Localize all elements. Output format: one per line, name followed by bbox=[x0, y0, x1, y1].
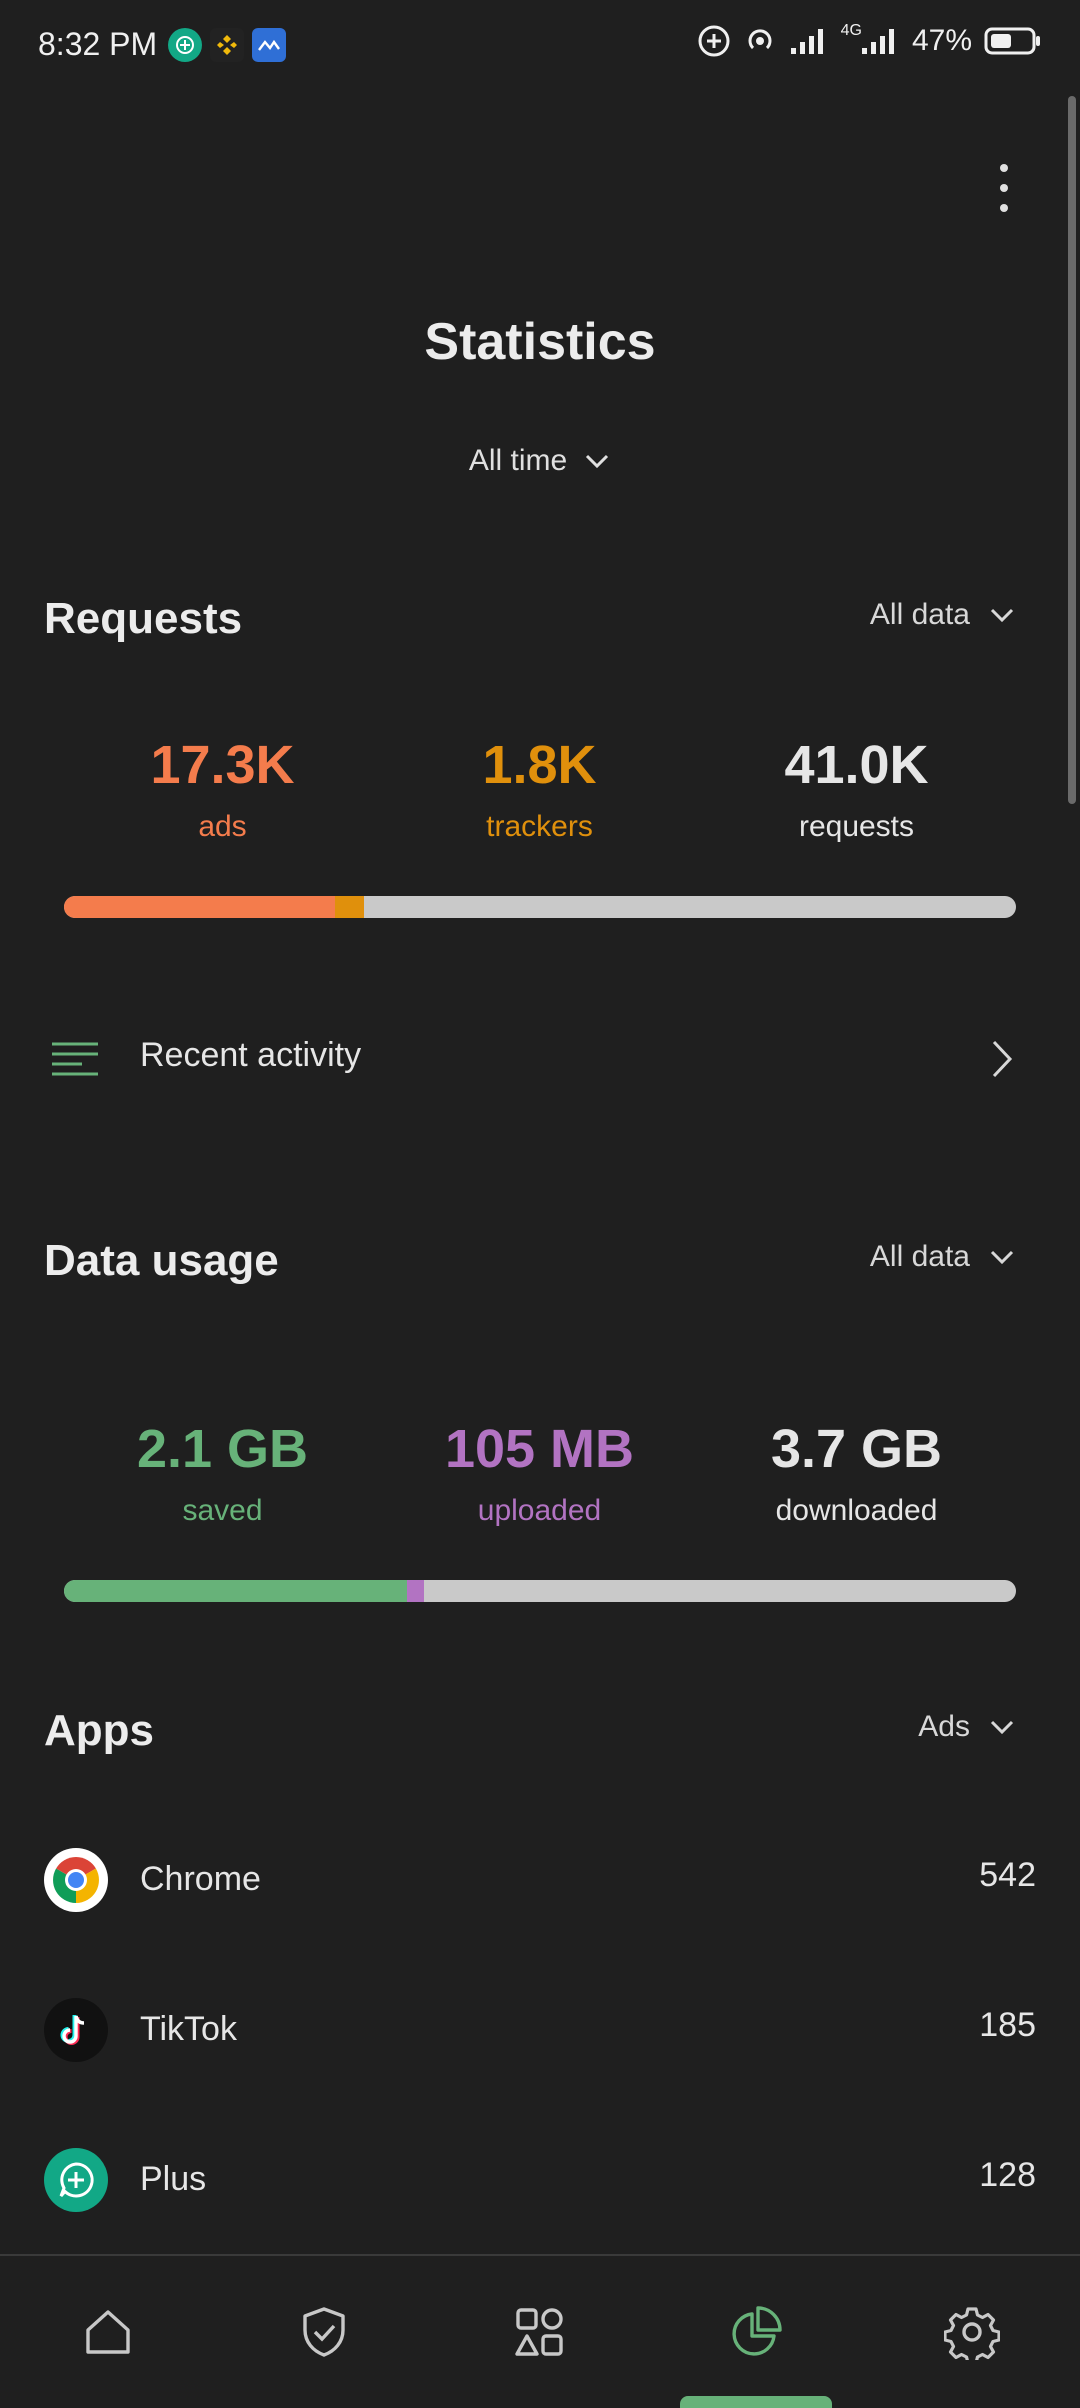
downloaded-label: downloaded bbox=[775, 1494, 938, 1527]
chevron-down-icon bbox=[990, 1250, 1014, 1265]
apps-filter-dropdown[interactable]: Ads bbox=[918, 1710, 1016, 1744]
requests-filter-label: All data bbox=[869, 598, 970, 631]
status-indicators: 4G 47% bbox=[697, 22, 1042, 58]
app-name: Chrome bbox=[140, 1860, 261, 1898]
tiktok-icon bbox=[44, 1998, 108, 2062]
app-name: TikTok bbox=[140, 2010, 237, 2048]
home-icon bbox=[86, 2310, 130, 2354]
apps-filter-label: Ads bbox=[918, 1710, 970, 1743]
signal-icon-2 bbox=[861, 29, 894, 54]
requests-value: 41.0K bbox=[784, 735, 929, 795]
more-vertical-icon bbox=[1000, 164, 1008, 172]
saved-value: 2.1 GB bbox=[136, 1419, 309, 1479]
data-usage-filter-label: All data bbox=[869, 1240, 970, 1273]
app-name: Plus bbox=[140, 2160, 207, 2198]
chevron-right-icon bbox=[992, 1040, 1013, 1078]
network-type: 4G bbox=[840, 22, 862, 39]
app-row-tiktok[interactable]: TikTok 185 bbox=[0, 1976, 1080, 2086]
battery-icon bbox=[984, 27, 1040, 55]
app-row-plus[interactable]: Plus 128 bbox=[0, 2126, 1080, 2236]
nav-activity[interactable] bbox=[432, 2256, 648, 2408]
chrome-icon bbox=[44, 1848, 108, 1912]
trackers-value: 1.8K bbox=[482, 735, 597, 795]
app-row-chrome[interactable]: Chrome 542 bbox=[0, 1826, 1080, 1936]
ads-value: 17.3K bbox=[150, 735, 295, 795]
shield-check-icon bbox=[303, 2307, 345, 2357]
more-options-button[interactable] bbox=[978, 152, 1030, 224]
app-count: 128 bbox=[979, 2156, 1036, 2194]
plus-notification-icon bbox=[168, 28, 202, 62]
app-count: 185 bbox=[979, 2006, 1036, 2044]
ads-stat: 17.3K ads bbox=[64, 734, 381, 844]
time-filter-dropdown[interactable]: All time bbox=[0, 444, 1080, 478]
nav-statistics[interactable] bbox=[648, 2256, 864, 2408]
bottom-navigation bbox=[0, 2256, 1080, 2408]
requests-stat: 41.0K requests bbox=[698, 734, 1015, 844]
battery-percent: 47% bbox=[911, 24, 972, 57]
list-icon bbox=[52, 1042, 98, 1076]
uploaded-segment bbox=[407, 1580, 424, 1602]
chevron-down-icon bbox=[990, 1720, 1014, 1735]
trackers-stat: 1.8K trackers bbox=[381, 734, 698, 844]
nav-home[interactable] bbox=[0, 2256, 216, 2408]
binance-notification-icon bbox=[210, 28, 244, 62]
trackers-label: trackers bbox=[486, 810, 593, 843]
ads-segment bbox=[64, 896, 335, 918]
notification-icons bbox=[168, 28, 286, 62]
requests-filter-dropdown[interactable]: All data bbox=[870, 598, 1016, 632]
statistics-icon bbox=[732, 2306, 782, 2356]
nav-protection[interactable] bbox=[216, 2256, 432, 2408]
requests-progress-bar bbox=[64, 896, 1016, 918]
chevron-down-icon bbox=[586, 454, 609, 469]
requests-title: Requests bbox=[44, 594, 243, 643]
signal-icon bbox=[790, 29, 823, 54]
status-bar: 8:32 PM 4G 47% bbox=[0, 0, 1080, 92]
page-title: Statistics bbox=[424, 313, 656, 371]
status-time: 8:32 PM bbox=[38, 26, 158, 62]
hotspot-icon bbox=[748, 29, 772, 50]
add-circle-icon bbox=[698, 25, 730, 57]
recent-activity-row[interactable]: Recent activity bbox=[0, 1000, 1080, 1116]
saved-segment bbox=[64, 1580, 407, 1602]
statistics-screen: 8:32 PM 4G 47% Statistics All time Reque… bbox=[0, 0, 1080, 2408]
trackers-segment bbox=[335, 896, 364, 918]
plus-app-icon bbox=[44, 2148, 108, 2212]
requests-label: requests bbox=[798, 810, 915, 843]
saved-stat: 2.1 GB saved bbox=[64, 1418, 381, 1528]
nav-settings[interactable] bbox=[864, 2256, 1080, 2408]
downloaded-value: 3.7 GB bbox=[770, 1419, 943, 1479]
ads-label: ads bbox=[198, 810, 247, 843]
data-usage-stats: 2.1 GB saved 105 MB uploaded 3.7 GB down… bbox=[64, 1418, 1016, 1528]
data-usage-filter-dropdown[interactable]: All data bbox=[870, 1240, 1016, 1274]
apps-grid-icon bbox=[515, 2308, 563, 2356]
requests-stats: 17.3K ads 1.8K trackers 41.0K requests bbox=[64, 734, 1016, 844]
saved-label: saved bbox=[182, 1494, 263, 1527]
active-tab-indicator bbox=[680, 2396, 832, 2408]
data-usage-title: Data usage bbox=[44, 1236, 279, 1285]
settings-icon bbox=[944, 2307, 1000, 2360]
app-count: 542 bbox=[979, 1856, 1036, 1894]
uploaded-stat: 105 MB uploaded bbox=[381, 1418, 698, 1528]
chevron-down-icon bbox=[990, 608, 1014, 623]
data-usage-progress-bar bbox=[64, 1580, 1016, 1602]
recent-activity-label: Recent activity bbox=[140, 1036, 362, 1074]
downloaded-stat: 3.7 GB downloaded bbox=[698, 1418, 1015, 1528]
time-filter-label: All time bbox=[468, 444, 568, 477]
uploaded-value: 105 MB bbox=[444, 1419, 635, 1479]
apps-title: Apps bbox=[44, 1706, 154, 1755]
uploaded-label: uploaded bbox=[477, 1494, 602, 1527]
chart-notification-icon bbox=[252, 28, 286, 62]
